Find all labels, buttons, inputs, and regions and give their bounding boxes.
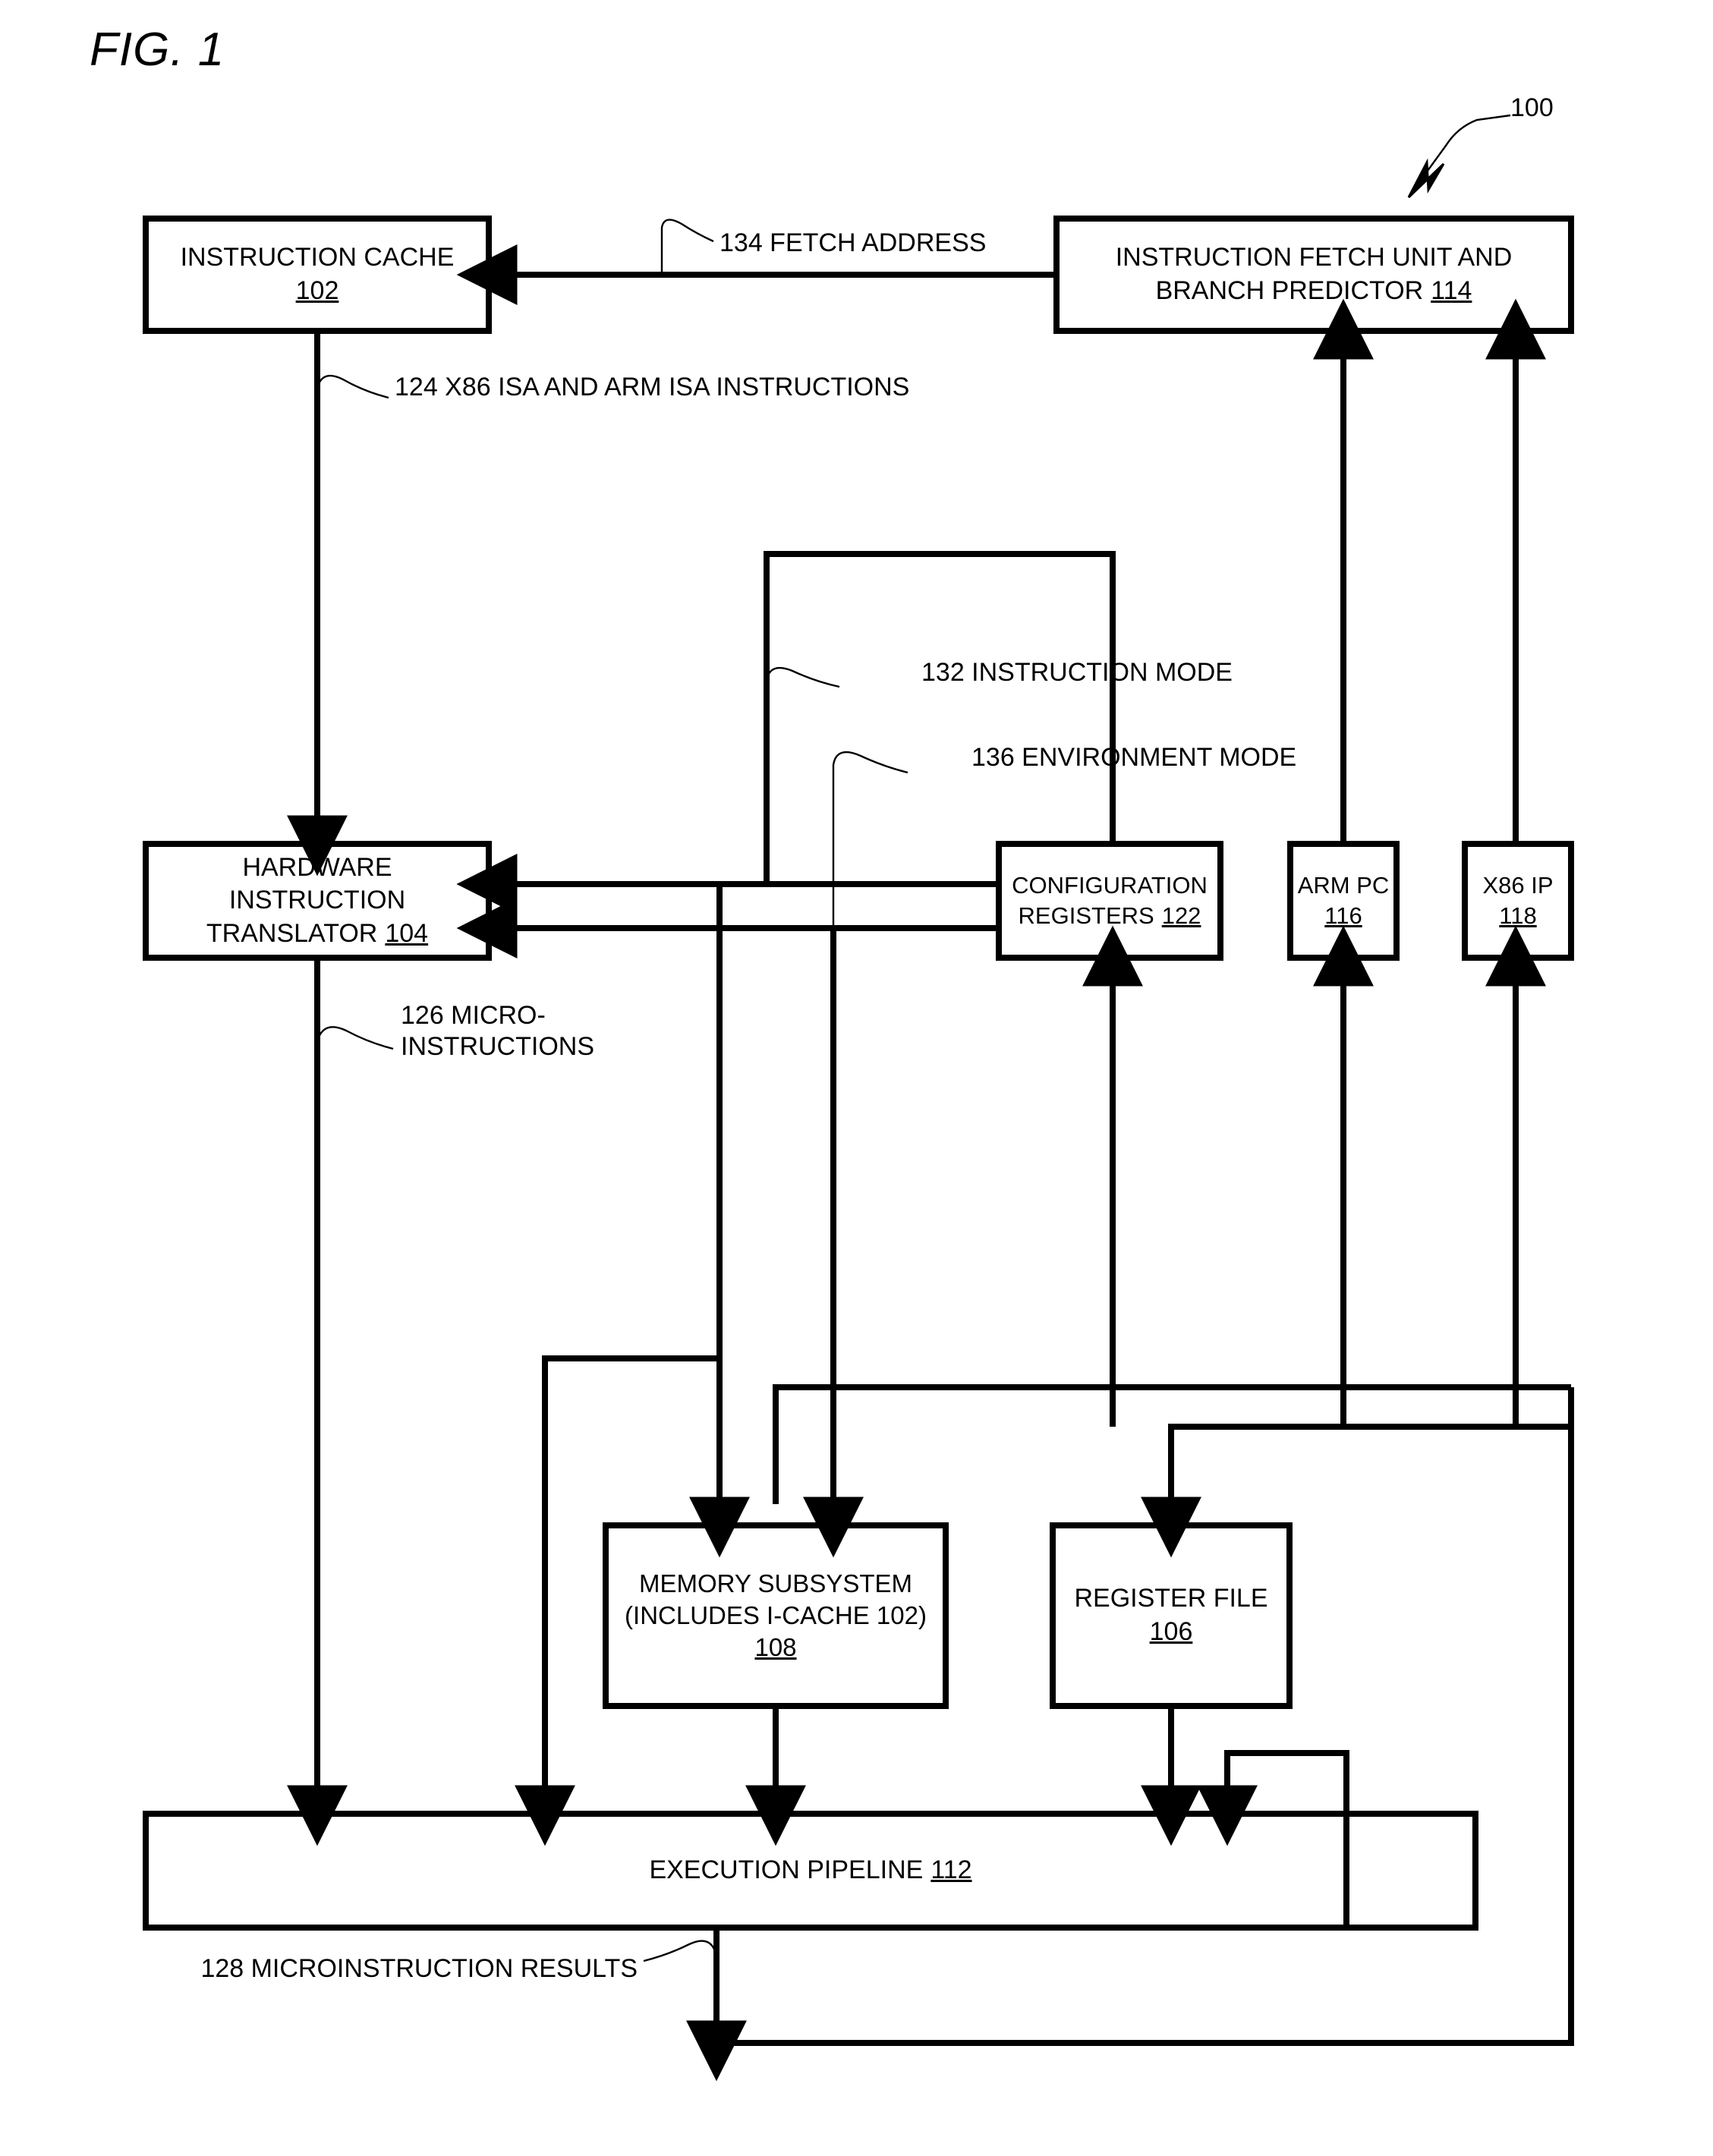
connector-config-to-fetch-unit xyxy=(456,551,1116,914)
signal-label-microinstructions-line-2: INSTRUCTIONS xyxy=(401,1032,594,1062)
leader-microinstructions xyxy=(316,1026,394,1062)
connector-bus-to-register-file xyxy=(1141,1424,1571,1558)
connector-right-main-bus xyxy=(716,1387,1574,2046)
box-configuration-registers xyxy=(996,841,1223,961)
box-instruction-fetch-unit xyxy=(1053,216,1574,334)
leader-figure-numeral xyxy=(1419,114,1511,183)
box-arm-pc xyxy=(1287,841,1400,961)
leader-isa-instructions xyxy=(316,374,389,410)
box-memory-subsystem xyxy=(603,1522,949,1709)
figure-reference-numeral: 100 xyxy=(1510,93,1554,122)
leader-environment-mode xyxy=(832,751,908,928)
leader-microinstruction-results xyxy=(643,1940,718,1973)
leader-instruction-mode xyxy=(765,667,840,884)
signal-label-fetch-address: 134 FETCH ADDRESS xyxy=(720,228,987,257)
signal-label-instruction-mode: 132 INSTRUCTION MODE xyxy=(921,658,1233,687)
signal-label-environment-mode: 136 ENVIRONMENT MODE xyxy=(971,743,1297,772)
signal-label-microinstructions: 126 MICRO- INSTRUCTIONS xyxy=(401,1000,594,1063)
leader-fetch-address xyxy=(660,219,714,275)
signal-label-microinstruction-results: 128 MICROINSTRUCTION RESULTS xyxy=(200,1954,638,1983)
signal-label-isa-instructions: 124 X86 ISA AND ARM ISA INSTRUCTIONS xyxy=(395,373,910,401)
box-instruction-cache xyxy=(143,216,492,334)
signal-label-microinstructions-line-1: 126 MICRO- xyxy=(401,1001,546,1030)
box-execution-pipeline xyxy=(143,1811,1478,1931)
box-hardware-instruction-translator xyxy=(143,841,492,961)
box-register-file xyxy=(1050,1522,1293,1709)
arrow-figure-numeral xyxy=(1407,158,1445,199)
block-diagram-canvas xyxy=(143,114,1574,2082)
box-x86-ip xyxy=(1462,841,1574,961)
figure-page: FIG. 1 INSTRUCTION CACHE 102 INSTRUCTION… xyxy=(0,0,1713,2156)
